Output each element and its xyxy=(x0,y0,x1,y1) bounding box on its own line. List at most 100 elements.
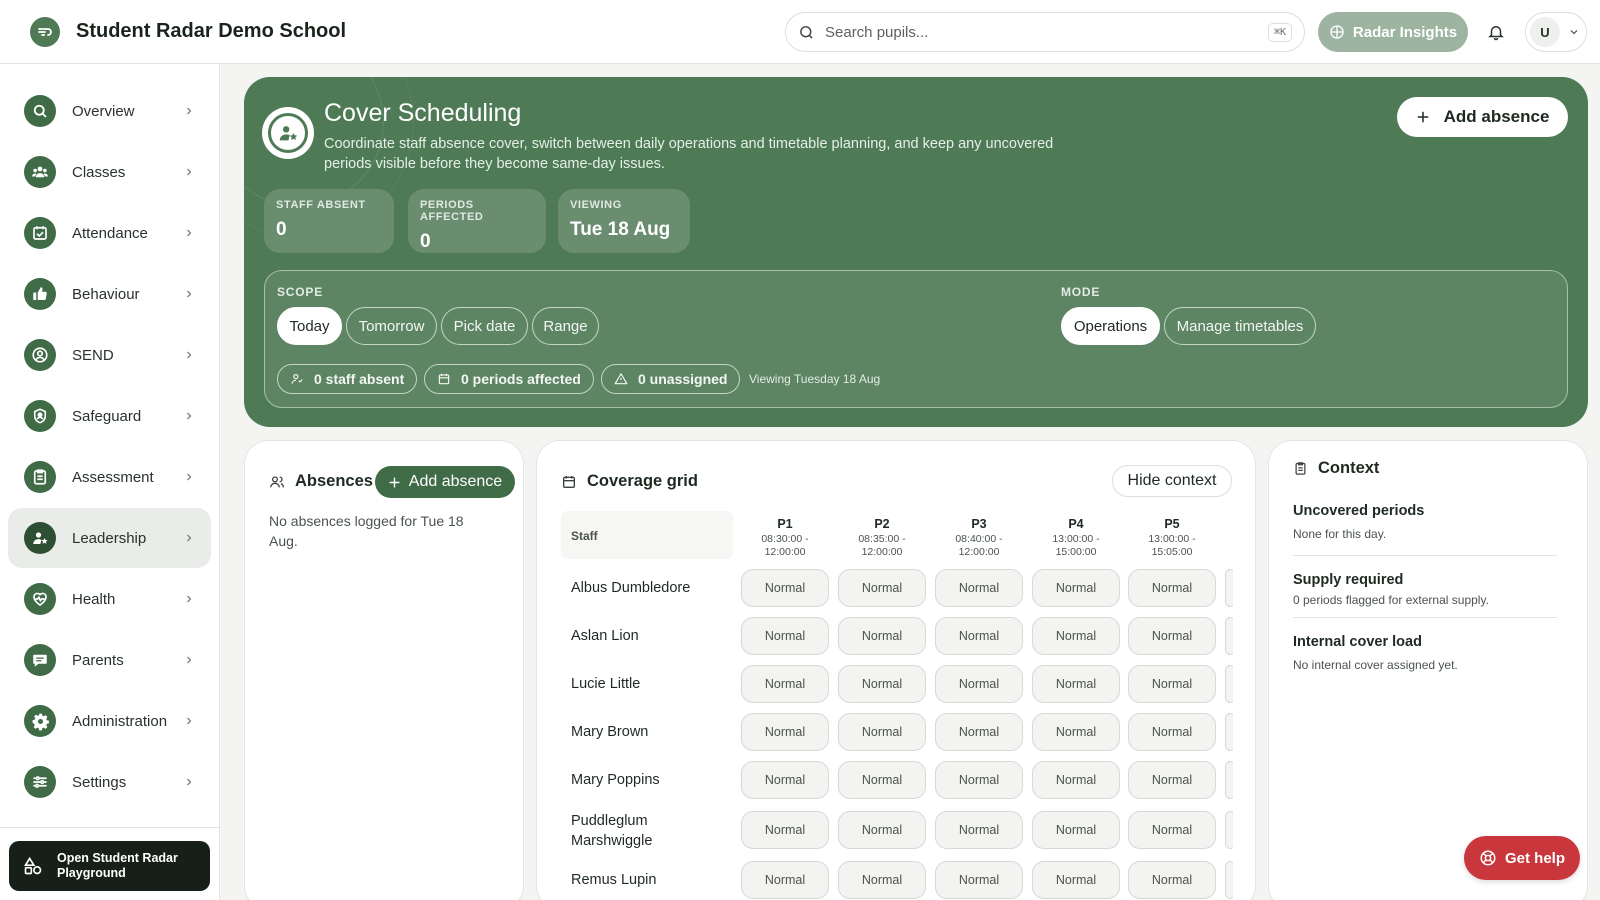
lifebuoy-icon xyxy=(1480,850,1496,866)
user-star-icon xyxy=(24,522,56,554)
coverage-grid-panel: Coverage grid Hide context Staff P1 08:30… xyxy=(536,440,1256,900)
coverage-cell-overflow[interactable] xyxy=(1225,665,1233,703)
coverage-cell[interactable]: Normal xyxy=(741,861,829,899)
chevron-right-icon xyxy=(187,412,192,420)
thumbs-up-icon xyxy=(24,278,56,310)
coverage-cell[interactable]: Normal xyxy=(1032,569,1120,607)
sidebar-item-overview[interactable]: Overview xyxy=(8,81,211,141)
calendar-check-icon xyxy=(24,217,56,249)
sidebar-item-classes[interactable]: Classes xyxy=(8,142,211,202)
chevron-right-icon xyxy=(187,107,192,115)
coverage-cell[interactable]: Normal xyxy=(935,713,1023,751)
period-name: P4 xyxy=(1068,517,1084,531)
mode-operations-button[interactable]: Operations xyxy=(1061,307,1160,345)
scope-tomorrow-button[interactable]: Tomorrow xyxy=(346,307,437,345)
add-absence-button[interactable]: Add absence xyxy=(1397,97,1568,137)
coverage-cell[interactable]: Normal xyxy=(741,811,829,849)
coverage-cell[interactable]: Normal xyxy=(1032,861,1120,899)
period-time: 08:40:00 - 12:00:00 xyxy=(955,533,1003,558)
context-uncovered-periods: Uncovered periods None for this day. xyxy=(1293,503,1557,541)
coverage-cell[interactable]: Normal xyxy=(935,665,1023,703)
sidebar-item-leadership[interactable]: Leadership xyxy=(8,508,211,568)
coverage-cell-overflow[interactable] xyxy=(1225,761,1233,799)
coverage-cell-overflow[interactable] xyxy=(1225,569,1233,607)
coverage-cell[interactable]: Normal xyxy=(1128,617,1216,655)
coverage-cell[interactable]: Normal xyxy=(1032,761,1120,799)
coverage-cell[interactable]: Normal xyxy=(838,811,926,849)
coverage-cell[interactable]: Normal xyxy=(935,569,1023,607)
sidebar-item-health[interactable]: Health xyxy=(8,569,211,629)
coverage-cell[interactable]: Normal xyxy=(1032,811,1120,849)
get-help-button[interactable]: Get help xyxy=(1464,836,1580,880)
user-star-icon xyxy=(268,113,308,153)
coverage-cell[interactable]: Normal xyxy=(838,665,926,703)
coverage-cell[interactable]: Normal xyxy=(935,761,1023,799)
coverage-cell[interactable]: Normal xyxy=(935,861,1023,899)
coverage-cell[interactable]: Normal xyxy=(741,761,829,799)
coverage-cell[interactable]: Normal xyxy=(1128,811,1216,849)
sidebar-item-parents[interactable]: Parents xyxy=(8,630,211,690)
coverage-grid-title: Coverage grid xyxy=(587,472,698,490)
scope-pick-date-button[interactable]: Pick date xyxy=(441,307,528,345)
sidebar-item-administration[interactable]: Administration xyxy=(8,691,211,751)
coverage-cell[interactable]: Normal xyxy=(838,761,926,799)
mode-manage-timetables-button[interactable]: Manage timetables xyxy=(1164,307,1316,345)
sidebar-item-behaviour[interactable]: Behaviour xyxy=(8,264,211,324)
coverage-cell-overflow[interactable] xyxy=(1225,861,1233,899)
coverage-cell[interactable]: Normal xyxy=(741,617,829,655)
coverage-cell[interactable]: Normal xyxy=(935,811,1023,849)
sidebar-item-safeguard[interactable]: Safeguard xyxy=(8,386,211,446)
notifications-bell-icon[interactable] xyxy=(1484,20,1508,44)
staff-name: Remus Lupin xyxy=(571,872,657,888)
absences-header: Absences xyxy=(269,472,373,491)
coverage-cell[interactable]: Normal xyxy=(838,861,926,899)
coverage-cell[interactable]: Normal xyxy=(741,569,829,607)
sidebar-item-assessment[interactable]: Assessment xyxy=(8,447,211,507)
scope-range-button[interactable]: Range xyxy=(532,307,599,345)
chevron-right-icon xyxy=(187,290,192,298)
coverage-cell[interactable]: Normal xyxy=(1128,569,1216,607)
scope-today-button[interactable]: Today xyxy=(277,307,342,345)
calendar-icon xyxy=(438,373,450,385)
warning-icon xyxy=(614,373,628,385)
coverage-cell[interactable]: Normal xyxy=(1128,665,1216,703)
absences-add-button[interactable]: Add absence xyxy=(375,466,515,498)
coverage-cell[interactable]: Normal xyxy=(741,665,829,703)
sidebar-item-send[interactable]: SEND xyxy=(8,325,211,385)
stat-value: 0 xyxy=(276,219,287,240)
open-playground-button[interactable]: Open Student Radar Playground xyxy=(9,841,210,891)
coverage-cell-overflow[interactable] xyxy=(1225,617,1233,655)
chevron-right-icon xyxy=(187,595,192,603)
sidebar-item-settings[interactable]: Settings xyxy=(8,752,211,812)
coverage-cell[interactable]: Normal xyxy=(838,617,926,655)
users-icon xyxy=(270,475,284,487)
context-text: None for this day. xyxy=(1293,527,1387,541)
coverage-cell[interactable]: Normal xyxy=(1128,861,1216,899)
sidebar: Overview Classes Attendance Behaviour SE… xyxy=(0,64,220,900)
coverage-cell[interactable]: Normal xyxy=(1128,761,1216,799)
coverage-cell[interactable]: Normal xyxy=(1032,713,1120,751)
coverage-cell[interactable]: Normal xyxy=(838,569,926,607)
hide-context-button[interactable]: Hide context xyxy=(1112,465,1232,497)
coverage-cell[interactable]: Normal xyxy=(1032,617,1120,655)
shield-icon xyxy=(24,400,56,432)
user-menu[interactable]: U xyxy=(1525,12,1587,52)
period-time: 08:30:00 - 12:00:00 xyxy=(761,533,809,558)
gear-icon xyxy=(24,705,56,737)
stat-periods-affected: PERIODS AFFECTED 0 xyxy=(408,189,546,253)
sidebar-item-attendance[interactable]: Attendance xyxy=(8,203,211,263)
coverage-cell[interactable]: Normal xyxy=(935,617,1023,655)
coverage-cell-overflow[interactable] xyxy=(1225,811,1233,849)
coverage-cell[interactable]: Normal xyxy=(1032,665,1120,703)
coverage-cell[interactable]: Normal xyxy=(1128,713,1216,751)
cover-scheduling-hero: Cover Scheduling Coordinate staff absenc… xyxy=(244,77,1588,427)
period-header-p2: P2 08:35:00 - 12:00:00 xyxy=(838,517,926,559)
search-box[interactable]: ⌘K xyxy=(785,12,1305,52)
search-input[interactable] xyxy=(825,23,1268,41)
sidebar-item-label: Settings xyxy=(72,773,127,791)
brand[interactable]: Student Radar Demo School xyxy=(30,16,346,47)
coverage-cell-overflow[interactable] xyxy=(1225,713,1233,751)
radar-insights-button[interactable]: Radar Insights xyxy=(1318,12,1468,52)
coverage-cell[interactable]: Normal xyxy=(741,713,829,751)
coverage-cell[interactable]: Normal xyxy=(838,713,926,751)
